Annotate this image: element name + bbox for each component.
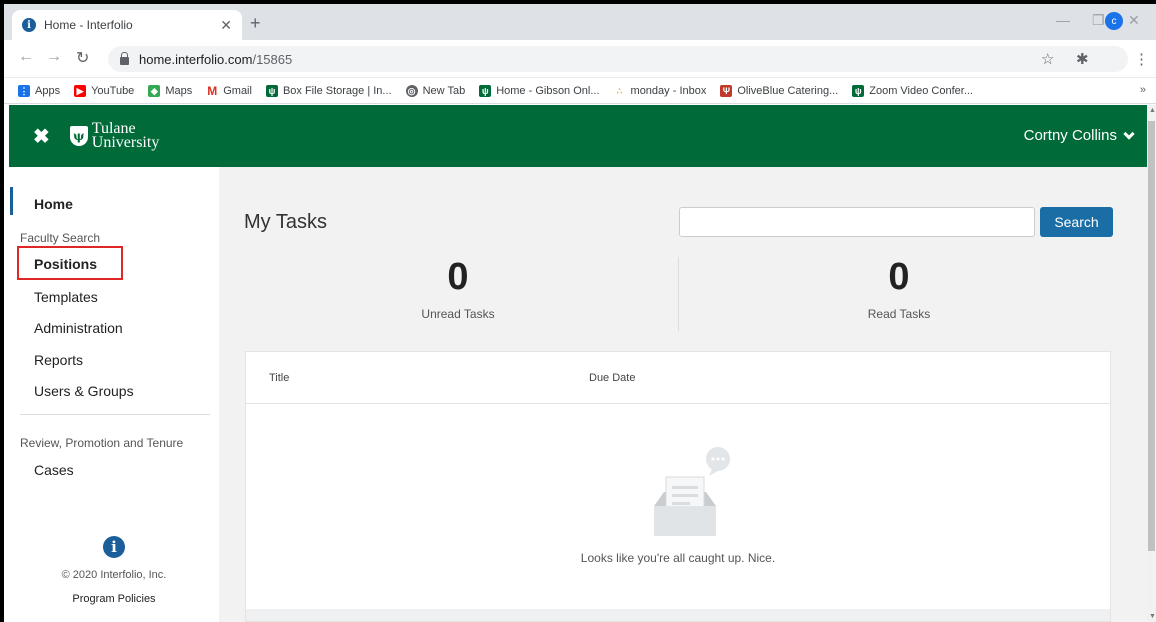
sidebar-item-positions[interactable]: Positions — [34, 256, 97, 272]
program-policies-link[interactable]: Program Policies — [9, 593, 219, 605]
profile-avatar[interactable]: c — [1105, 12, 1123, 30]
info-favicon-icon: i — [22, 18, 36, 32]
vertical-scrollbar[interactable]: ▲ ▼ — [1147, 105, 1156, 622]
reload-icon[interactable]: ↻ — [76, 48, 89, 68]
sidebar-item-cases[interactable]: Cases — [34, 462, 74, 478]
restore-icon[interactable]: ❐ — [1092, 12, 1105, 29]
bookmark-monday[interactable]: ∴ monday - Inbox — [613, 84, 706, 97]
extensions-icon[interactable]: ✱ — [1076, 50, 1089, 68]
copyright-text: © 2020 Interfolio, Inc. — [61, 569, 167, 581]
empty-inbox-icon — [654, 447, 730, 536]
globe-icon: ◎ — [405, 84, 418, 97]
bookmark-zoom[interactable]: ψ Zoom Video Confer... — [852, 84, 973, 97]
empty-state-message: Looks like you're all caught up. Nice. — [580, 551, 776, 565]
youtube-icon: ▶ — [74, 84, 87, 97]
sidebar-item-administration[interactable]: Administration — [34, 320, 123, 336]
lock-icon — [120, 52, 129, 65]
browser-toolbar: ← → ↻ home.interfolio.com/15865 ☆ ✱ ⋮ — [4, 40, 1156, 78]
bookmark-new-tab[interactable]: ◎ New Tab — [405, 84, 465, 97]
close-tab-icon[interactable]: ✕ — [220, 17, 232, 34]
logo-text: Tulane University — [91, 121, 160, 151]
apps-grid-icon: ⋮ — [18, 84, 30, 97]
section-faculty-search: Faculty Search — [20, 231, 101, 245]
tab-strip: i Home - Interfolio ✕ + — ❐ ✕ — [4, 4, 1156, 40]
sidebar-item-reports[interactable]: Reports — [34, 352, 83, 368]
unread-label: Unread Tasks — [421, 307, 495, 321]
sidebar-item-users-groups[interactable]: Users & Groups — [34, 383, 134, 399]
tulane-logo[interactable]: ψ Tulane University — [69, 121, 160, 151]
divider — [20, 414, 210, 415]
bookmark-gibson[interactable]: ψ Home - Gibson Onl... — [479, 84, 600, 97]
bookmark-maps[interactable]: ◆ Maps — [148, 84, 192, 97]
page-title: My Tasks — [244, 211, 327, 233]
bookmark-box[interactable]: ψ Box File Storage | In... — [265, 84, 392, 97]
bookmark-apps[interactable]: ⋮ Apps — [18, 84, 60, 97]
user-menu[interactable]: Cortny Collins — [1023, 127, 1135, 144]
gmail-icon: M — [206, 83, 219, 98]
forward-icon[interactable]: → — [46, 48, 62, 66]
browser-window: i Home - Interfolio ✕ + — ❐ ✕ ← → ↻ home… — [4, 4, 1156, 622]
read-count: 0 — [888, 256, 910, 298]
scrollbar-thumb[interactable] — [1148, 121, 1155, 551]
url-text: home.interfolio.com/15865 — [139, 51, 293, 67]
monday-icon: ∴ — [613, 84, 626, 97]
tasks-table: Title Due Date Looks like you're all cau… — [245, 351, 1111, 622]
window-close-icon[interactable]: ✕ — [1128, 12, 1140, 29]
close-menu-icon[interactable]: ✖ — [33, 124, 50, 149]
unread-count: 0 — [447, 256, 469, 298]
sidebar-item-home[interactable]: Home — [34, 196, 73, 212]
main-content: My Tasks Search 0 Unread Tasks 0 Read Ta… — [219, 167, 1147, 622]
unread-tasks-counter[interactable]: 0 Unread Tasks — [238, 257, 678, 321]
sidebar-item-templates[interactable]: Templates — [34, 289, 98, 305]
read-tasks-counter[interactable]: 0 Read Tasks — [679, 257, 1119, 321]
search-input[interactable] — [679, 207, 1035, 237]
info-icon[interactable]: i — [103, 536, 125, 558]
logo-line2: University — [91, 134, 160, 151]
tab-title: Home - Interfolio — [44, 18, 133, 32]
address-bar[interactable]: home.interfolio.com/15865 — [108, 46, 1128, 72]
tulane-shield-icon: ψ — [265, 84, 278, 97]
back-icon[interactable]: ← — [18, 48, 34, 66]
section-review-promotion-tenure: Review, Promotion and Tenure — [20, 436, 184, 450]
bookmarks-bar: ⋮ Apps ▶ YouTube ◆ Maps M Gmail ψ Box File St… — [4, 78, 1156, 104]
table-header: Title Due Date — [246, 352, 1110, 404]
browser-tab[interactable]: i Home - Interfolio ✕ — [12, 10, 242, 40]
scroll-up-icon[interactable]: ▲ — [1149, 107, 1156, 114]
oliveblue-icon: Ψ — [720, 84, 733, 97]
chevron-down-icon — [1123, 127, 1135, 140]
search-button[interactable]: Search — [1040, 207, 1113, 237]
active-indicator — [10, 187, 13, 215]
scroll-down-icon[interactable]: ▼ — [1149, 613, 1156, 620]
minimize-icon[interactable]: — — [1056, 12, 1070, 28]
column-due-date[interactable]: Due Date — [589, 372, 635, 384]
bookmark-oliveblue[interactable]: Ψ OliveBlue Catering... — [720, 84, 838, 97]
column-title[interactable]: Title — [269, 372, 289, 384]
bookmark-gmail[interactable]: M Gmail — [206, 83, 252, 98]
bookmark-star-icon[interactable]: ☆ — [1041, 50, 1054, 68]
bookmarks-overflow-icon[interactable]: » — [1140, 84, 1146, 96]
table-footer — [246, 609, 1110, 621]
menu-kebab-icon[interactable]: ⋮ — [1134, 50, 1149, 68]
app-header: ✖ ψ Tulane University Cortny Collins — [9, 105, 1147, 167]
user-name: Cortny Collins — [1023, 127, 1117, 144]
sidebar: Home Faculty Search Positions Templates … — [9, 167, 219, 622]
read-label: Read Tasks — [867, 307, 931, 321]
maps-icon: ◆ — [148, 84, 161, 97]
bookmark-youtube[interactable]: ▶ YouTube — [74, 84, 134, 97]
tulane-shield-icon: ψ — [479, 84, 492, 97]
new-tab-icon[interactable]: + — [250, 13, 261, 34]
tulane-shield-icon: ψ — [69, 126, 88, 146]
tulane-shield-icon: ψ — [852, 84, 865, 97]
